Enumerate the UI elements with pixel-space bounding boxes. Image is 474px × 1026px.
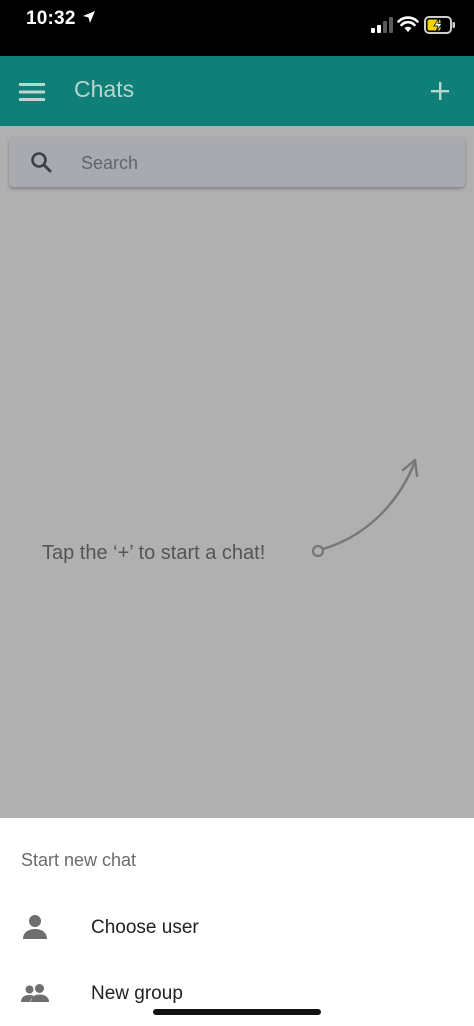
search-bar[interactable] [9,137,465,189]
person-icon [23,915,47,939]
choose-user-option[interactable]: Choose user [0,898,474,956]
hamburger-menu-icon [19,83,45,101]
new-chat-sheet: Start new chat Choose user New group [0,818,474,1026]
menu-button[interactable] [14,74,50,110]
status-time: 10:32 [26,8,76,29]
sheet-title: Start new chat [21,850,137,870]
status-bar: 10:32 [0,0,474,56]
home-indicator [153,1009,321,1015]
location-arrow-icon [83,11,95,23]
search-input[interactable] [79,137,453,189]
search-icon [31,152,52,173]
group-icon [21,984,49,1002]
curved-arrow-icon [311,458,419,558]
empty-state-hint: Tap the ‘+’ to start a chat! [42,542,266,564]
app-header: Chats [0,56,474,126]
battery-charging-icon [424,16,455,34]
page-title: Chats [74,76,135,102]
sheet-item-label: New group [91,983,183,1004]
plus-icon [431,82,449,100]
add-chat-button[interactable] [422,73,458,109]
wifi-icon [397,16,419,32]
cellular-signal-icon [371,17,393,33]
sheet-item-label: Choose user [91,917,199,938]
